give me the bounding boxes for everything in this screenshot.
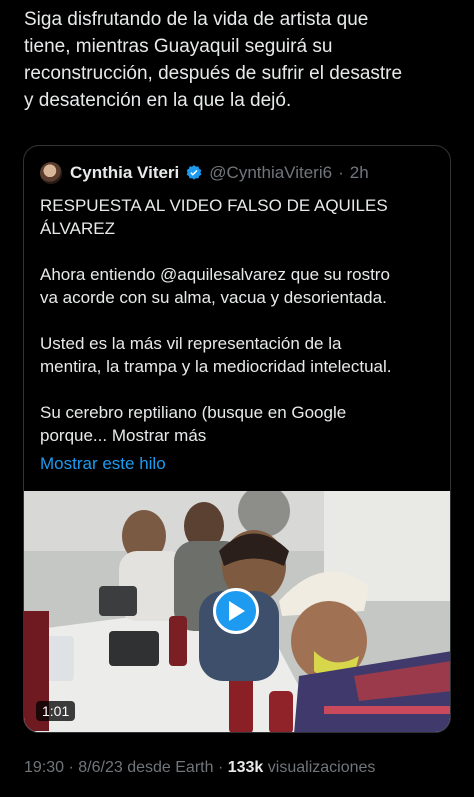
- views-label: visualizaciones: [267, 759, 376, 776]
- post-date[interactable]: 8/6/23: [78, 759, 122, 776]
- separator-dot: ·: [338, 163, 344, 182]
- avatar[interactable]: [40, 162, 62, 184]
- quoted-tweet-header: Cynthia Viteri @CynthiaViteri6 · 2h: [40, 160, 369, 186]
- quoted-tweet[interactable]: Cynthia Viteri @CynthiaViteri6 · 2h RESP…: [23, 145, 451, 733]
- play-button[interactable]: [213, 588, 259, 634]
- verified-badge-icon: [187, 165, 202, 180]
- views-count[interactable]: 133k: [228, 759, 264, 776]
- author-name[interactable]: Cynthia Viteri: [70, 163, 179, 183]
- meta-dot: ·: [217, 759, 224, 776]
- show-thread-link[interactable]: Mostrar este hilo: [40, 454, 166, 474]
- play-icon: [229, 601, 245, 621]
- meta-dot: ·: [68, 759, 74, 776]
- post-time[interactable]: 19:30: [24, 759, 64, 776]
- tweet-text: Siga disfrutando de la vida de artista q…: [24, 9, 403, 111]
- tweet-time[interactable]: 2h: [350, 163, 369, 183]
- post-source: desde Earth: [127, 759, 214, 776]
- video-player[interactable]: 1:01: [24, 491, 450, 732]
- video-duration: 1:01: [36, 701, 76, 721]
- author-handle[interactable]: @CynthiaViteri6: [209, 163, 332, 183]
- tweet-metadata: 19:30 · 8/6/23 desde Earth · 133k visual…: [24, 759, 375, 777]
- quoted-tweet-body: RESPUESTA AL VIDEO FALSO DE AQUILES ÁLVA…: [40, 196, 392, 445]
